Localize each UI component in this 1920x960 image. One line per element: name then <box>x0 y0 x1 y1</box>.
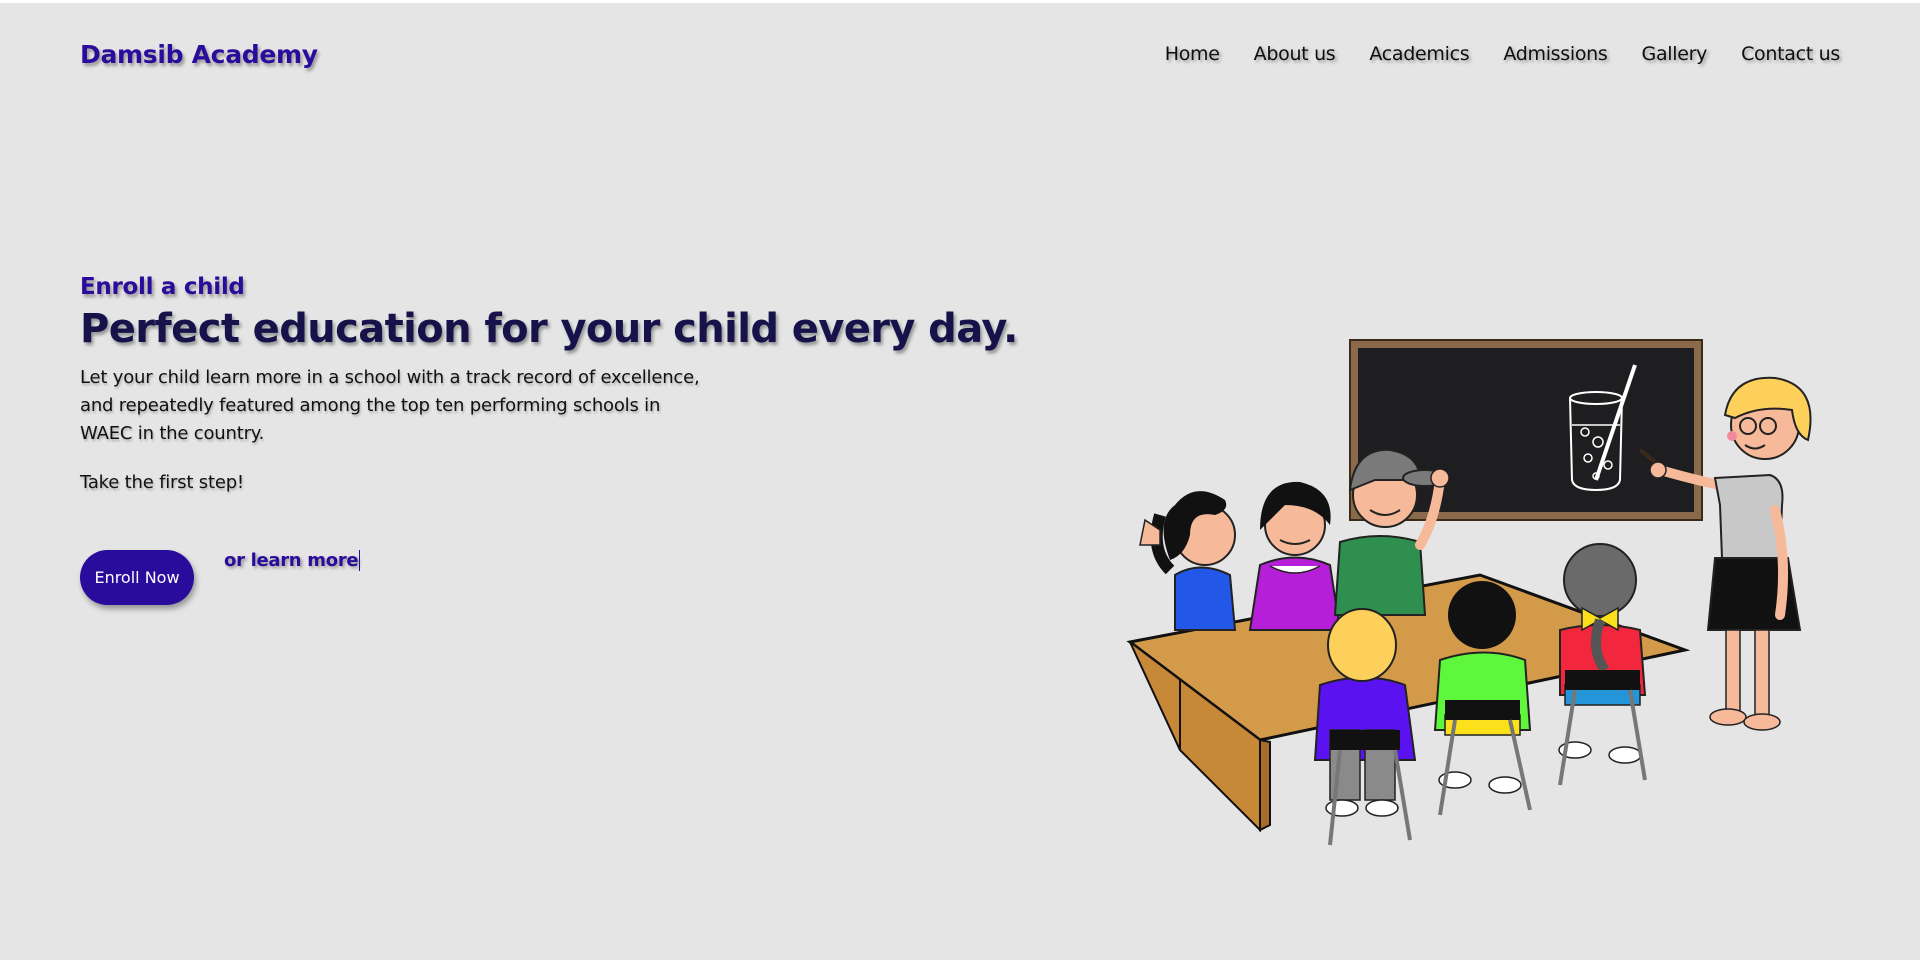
hero-description: Let your child learn more in a school wi… <box>80 367 700 444</box>
learn-more-link[interactable]: or learn more <box>224 550 361 571</box>
hero-headline: Perfect education for your child every d… <box>80 306 1018 352</box>
nav-academics[interactable]: Academics <box>1369 43 1469 65</box>
hero-cta-text: Take the first step! <box>80 472 244 493</box>
nav-about-us[interactable]: About us <box>1254 43 1336 65</box>
classroom-illustration <box>1120 330 1840 860</box>
nav-admissions[interactable]: Admissions <box>1503 43 1607 65</box>
hero-eyebrow: Enroll a child <box>80 274 245 300</box>
site-logo[interactable]: Damsib Academy <box>80 40 318 69</box>
main-nav: Home About us Academics Admissions Galle… <box>1165 43 1841 65</box>
child-red-shirt-front <box>1558 543 1647 786</box>
nav-contact-us[interactable]: Contact us <box>1741 43 1840 65</box>
child-green-shirt-front <box>1433 581 1532 816</box>
top-strip <box>0 0 1920 3</box>
nav-gallery[interactable]: Gallery <box>1642 43 1708 65</box>
child-purple-dress <box>1248 481 1342 631</box>
child-curly-black <box>1139 491 1237 631</box>
enroll-now-button[interactable]: Enroll Now <box>80 550 194 605</box>
nav-home[interactable]: Home <box>1165 43 1220 65</box>
